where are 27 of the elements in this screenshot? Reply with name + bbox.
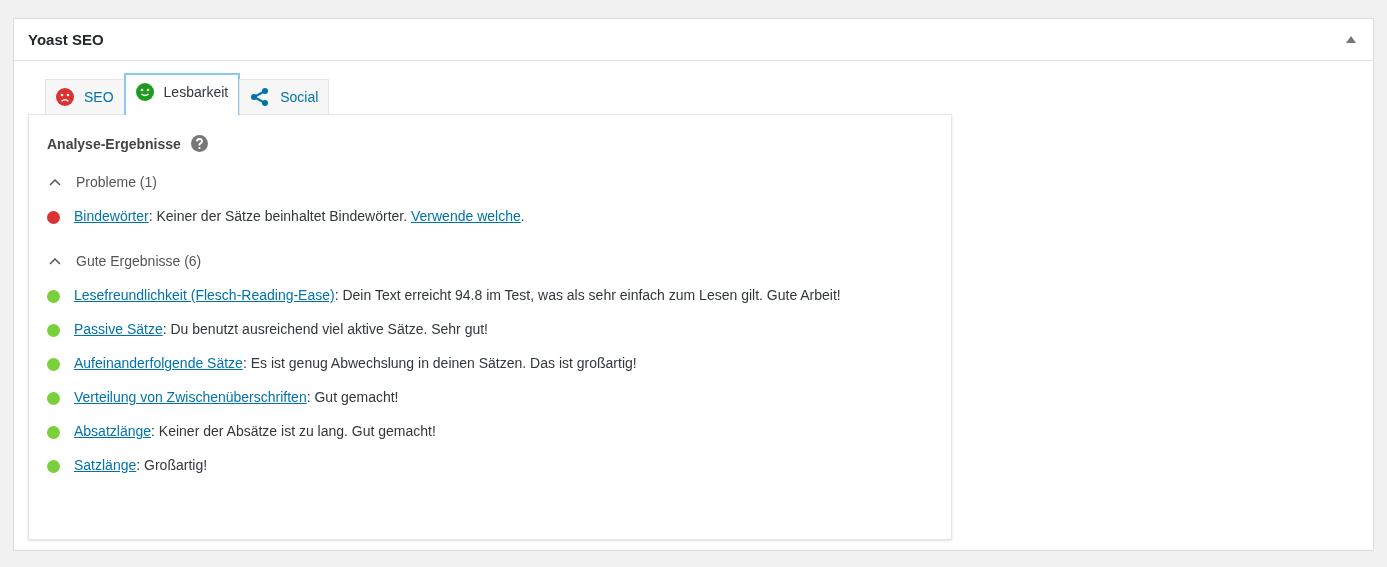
link[interactable]: Verwende welche <box>411 208 521 224</box>
smiley-face-icon <box>135 83 154 101</box>
help-icon[interactable] <box>190 135 208 152</box>
panel-title: Yoast SEO <box>28 31 104 48</box>
triangle-up-icon <box>1346 36 1356 43</box>
link[interactable]: Bindewörter <box>74 208 149 224</box>
tab[interactable]: SEO <box>45 79 125 114</box>
caret-up-icon <box>49 178 61 186</box>
result-text: Verteilung von Zwischenüberschriften: Gut gemacht! <box>74 388 399 407</box>
result-text: Bindewörter: Keiner der Sätze beinhaltet Bindewörter. Verwende welche. <box>74 207 525 226</box>
link[interactable]: Verteilung von Zwischenüberschriften <box>74 389 307 405</box>
result-text: Absatzlänge: Keiner der Absätze ist zu lang. Gut gemacht! <box>74 422 436 441</box>
link[interactable]: Passive Sätze <box>74 321 163 337</box>
result-text: Lesefreundlichkeit (Flesch-Reading-Ease): Dein Text erreicht 94.8 im Test, was als sehr einfach zum Lesen gilt. Gute Arbeit! <box>74 286 841 305</box>
link[interactable]: Aufeinanderfolgende Sätze <box>74 355 243 371</box>
result-text: Passive Sätze: Du benutzt ausreichend viel aktive Sätze. Sehr gut! <box>74 320 488 339</box>
caret-up-icon <box>49 257 61 265</box>
sad-face-icon <box>56 88 74 106</box>
tab[interactable]: Social <box>239 79 330 114</box>
section-toggle[interactable]: Gute Ergebnisse (6) <box>49 253 202 269</box>
tab[interactable]: Lesbarkeit <box>123 73 241 115</box>
section-toggle[interactable]: Probleme (1) <box>49 174 157 190</box>
result-text: Satzlänge: Großartig! <box>74 456 208 475</box>
share-icon <box>250 87 271 107</box>
link[interactable]: Lesefreundlichkeit (Flesch-Reading-Ease) <box>74 287 335 303</box>
section-heading: Analyse-Ergebnisse <box>47 135 181 152</box>
result-text: Aufeinanderfolgende Sätze: Es ist genug Abwechslung in deinen Sätzen. Das ist großartig! <box>74 354 637 373</box>
